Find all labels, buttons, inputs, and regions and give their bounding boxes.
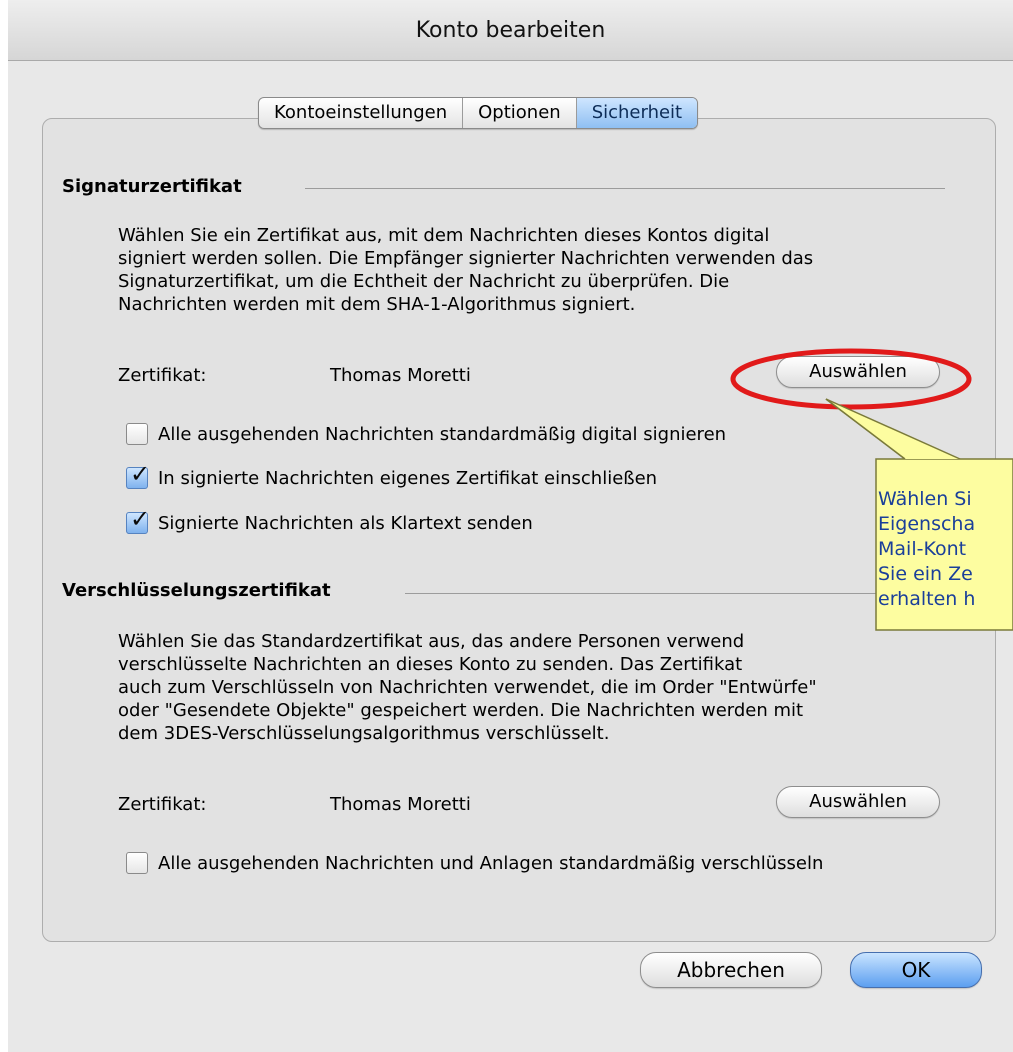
callout-text: Wählen Si Eigenscha Mail-Kont Sie ein Ze… <box>878 488 976 607</box>
annotation-overlay <box>730 348 1013 631</box>
highlight-ellipse <box>730 348 972 410</box>
